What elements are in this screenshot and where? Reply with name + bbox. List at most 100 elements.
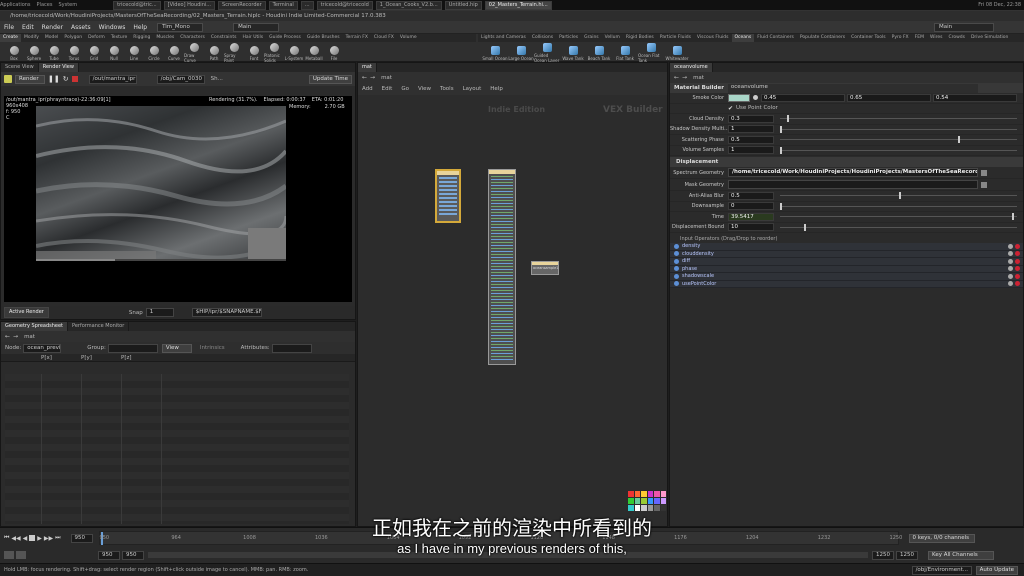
palette-swatch[interactable] xyxy=(634,505,640,511)
update-time-button[interactable]: Update Time xyxy=(308,74,352,84)
menu-edit[interactable]: Edit xyxy=(22,24,34,31)
palette-swatch[interactable] xyxy=(634,491,640,497)
shelf-tool-button[interactable]: Path xyxy=(204,45,224,61)
network-menu-item[interactable]: Add xyxy=(362,86,373,92)
shelf-tab[interactable]: Lights and Cameras xyxy=(478,34,529,42)
spectrum-geometry-field[interactable]: /home/tricecold/Work/HoudiniProjects/Hou… xyxy=(728,168,978,177)
col-header[interactable]: P[y] xyxy=(81,355,121,361)
shelf-tool-button[interactable]: Ocean Flat Tank xyxy=(638,42,664,63)
shelf-tool-button[interactable]: Line xyxy=(124,45,144,61)
remove-icon[interactable] xyxy=(1015,266,1020,272)
shelf-tab[interactable]: Particles xyxy=(556,34,581,42)
file-browser-icon[interactable] xyxy=(981,169,987,176)
shelf-tool-button[interactable]: Guided Ocean Layer xyxy=(534,42,560,63)
taskbar-item[interactable]: [Video] Houdini... xyxy=(163,0,216,10)
network-menu-item[interactable]: Go xyxy=(401,86,409,92)
shelf-tab[interactable]: Fluid Containers xyxy=(754,34,797,42)
gear-icon[interactable] xyxy=(1008,266,1013,272)
back-arrow-icon[interactable]: ← xyxy=(362,74,367,81)
slider-handle[interactable] xyxy=(1012,213,1015,221)
network-menu-item[interactable]: Edit xyxy=(382,86,393,92)
tab-active-render[interactable]: Active Render xyxy=(4,307,49,318)
status-obj-path[interactable]: /obj/Environment... xyxy=(911,565,972,575)
shelf-tab[interactable]: Polygon xyxy=(61,34,85,42)
render-viewport[interactable]: /out/mantra_ipr(phrayntrace)-22:36:09[1]… xyxy=(4,96,352,302)
shelf-tab[interactable]: FEM xyxy=(912,34,927,42)
shelf-tab[interactable]: Constraints xyxy=(208,34,240,42)
palette-swatch[interactable] xyxy=(660,491,666,497)
shelf-tool-button[interactable]: Box xyxy=(4,45,24,61)
camera-field[interactable]: /obj/Cam_0030 xyxy=(156,74,205,84)
time-slider[interactable] xyxy=(780,213,1017,221)
shelf-tool-button[interactable]: L-System xyxy=(284,45,304,61)
col-header[interactable]: P[x] xyxy=(41,355,81,361)
shelf-tab[interactable]: Pyro FX xyxy=(889,34,912,42)
palette-swatch[interactable] xyxy=(647,505,653,511)
shelf-tab[interactable]: Cloud FX xyxy=(371,34,397,42)
remove-icon[interactable] xyxy=(1015,273,1020,279)
anti-alias-field[interactable]: 0.5 xyxy=(728,191,774,200)
shelf-tool-button[interactable]: Wave Tank xyxy=(560,45,586,61)
tab-geometry-spreadsheet[interactable]: Geometry Spreadsheet xyxy=(1,322,69,331)
shelf-tab[interactable]: Wires xyxy=(927,34,945,42)
shelf-tool-button[interactable]: Circle xyxy=(144,45,164,61)
taskbar-item[interactable]: ... xyxy=(300,0,314,10)
shelf-tool-button[interactable]: Null xyxy=(104,45,124,61)
smoke-color-swatch[interactable] xyxy=(728,93,750,102)
shelf-tool-button[interactable]: Metaball xyxy=(304,45,324,61)
attributes-field[interactable] xyxy=(271,343,312,353)
time-field[interactable]: 39.5417 xyxy=(728,212,774,221)
slider-handle[interactable] xyxy=(898,192,901,200)
shelf-tool-button[interactable]: Tube xyxy=(44,45,64,61)
remove-icon[interactable] xyxy=(1015,258,1020,264)
shadow-density-field[interactable]: 1 xyxy=(728,125,774,134)
taskbar-item[interactable]: tricecold@tric... xyxy=(113,0,161,10)
slider-handle[interactable] xyxy=(957,136,960,144)
os-menu-applications[interactable]: Applications xyxy=(0,2,31,8)
view-button[interactable]: View xyxy=(161,343,192,353)
network-menu-item[interactable]: Layout xyxy=(463,86,482,92)
volume-samples-field[interactable]: 1 xyxy=(728,146,774,155)
menu-render[interactable]: Render xyxy=(42,24,63,31)
spreadsheet-path[interactable]: mat xyxy=(24,334,35,340)
taskbar-item[interactable]: Terminal xyxy=(268,0,298,10)
taskbar-item[interactable]: 1_Ocean_Cooks_V2.b... xyxy=(375,0,442,10)
shelf-tab[interactable]: Characters xyxy=(177,34,208,42)
shelf-tab[interactable]: Texture xyxy=(108,34,130,42)
taskbar-item[interactable]: tricecold@tricecold xyxy=(316,0,373,10)
shelf-tab[interactable]: Particle Fluids xyxy=(657,34,694,42)
taskbar-item[interactable]: Untitled.hip xyxy=(444,0,482,10)
anti-alias-slider[interactable] xyxy=(780,192,1017,200)
back-arrow-icon[interactable]: ← xyxy=(674,74,679,81)
shelf-tab[interactable]: Oceans xyxy=(731,34,755,42)
tab-performance-monitor[interactable]: Performance Monitor xyxy=(68,322,130,331)
shelf-tab[interactable]: Modify xyxy=(21,34,42,42)
smoke-color-b[interactable]: 0.54 xyxy=(933,93,1017,102)
slider-handle[interactable] xyxy=(780,125,782,133)
shelf-tool-button[interactable]: Small Ocean xyxy=(482,45,508,61)
mask-geometry-field[interactable] xyxy=(728,180,978,189)
shelf-tool-button[interactable]: Platonic Solids xyxy=(264,42,284,63)
network-node-material[interactable] xyxy=(488,169,516,365)
shelf-tab[interactable]: Guide Brushes xyxy=(304,34,343,42)
cloud-density-field[interactable]: 0.3 xyxy=(728,114,774,123)
palette-swatch[interactable] xyxy=(647,498,653,504)
gear-icon[interactable] xyxy=(1008,281,1013,287)
palette-swatch[interactable] xyxy=(641,498,647,504)
tab-oceanvolume[interactable]: oceanvolume xyxy=(670,63,713,72)
input-operator-row[interactable]: clouddensity xyxy=(670,250,1023,258)
shelf-tool-button[interactable]: Sphere xyxy=(24,45,44,61)
remove-icon[interactable] xyxy=(1015,243,1020,249)
menu-help[interactable]: Help xyxy=(133,24,147,31)
input-operator-row[interactable]: density xyxy=(670,243,1023,251)
gear-icon[interactable] xyxy=(1008,243,1013,249)
shelf-tool-button[interactable]: Draw Curve xyxy=(184,42,204,63)
input-operator-row[interactable]: usePointColor xyxy=(670,280,1023,288)
network-menu-item[interactable]: View xyxy=(418,86,431,92)
shelf-tab[interactable]: Create xyxy=(0,34,21,42)
tab-network-mat[interactable]: mat xyxy=(358,63,377,72)
slider-handle[interactable] xyxy=(787,115,790,123)
os-menu-system[interactable]: System xyxy=(58,2,77,8)
network-node-small[interactable]: oceansample1 xyxy=(531,261,559,275)
palette-swatch[interactable] xyxy=(641,505,647,511)
